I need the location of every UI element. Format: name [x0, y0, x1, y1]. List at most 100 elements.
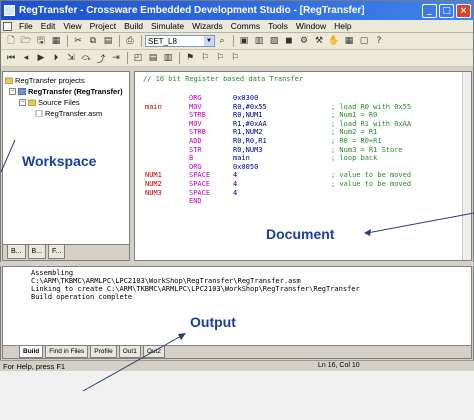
find-icon[interactable]: ⌕ [215, 35, 229, 48]
menu-view[interactable]: View [59, 21, 85, 31]
debug-icon[interactable]: ⚙ [297, 35, 311, 48]
step-over-icon[interactable]: ⤼ [79, 52, 93, 65]
title-bar[interactable]: RegTransfer - Crossware Embedded Develop… [1, 1, 473, 20]
step-into-icon[interactable]: ⇲ [64, 52, 78, 65]
tree-item-source-files[interactable]: − Source Files [5, 97, 127, 108]
workspace-callout: Workspace [22, 153, 97, 169]
toolbar-separator [141, 35, 142, 47]
run-to-cursor-icon[interactable]: ⇥ [109, 52, 123, 65]
menu-window[interactable]: Window [292, 21, 330, 31]
code-args: 0x0050 [233, 162, 259, 171]
document-icon[interactable] [3, 21, 12, 31]
collapse-icon[interactable]: − [9, 88, 16, 95]
menu-project[interactable]: Project [86, 21, 120, 31]
menu-file[interactable]: File [15, 21, 37, 31]
menu-simulate[interactable]: Simulate [147, 21, 188, 31]
open-folder-icon[interactable]: 🗁 [19, 35, 33, 48]
menu-tools[interactable]: Tools [264, 21, 292, 31]
run-icon[interactable]: ⏵ [49, 52, 63, 65]
menu-comms[interactable]: Comms [227, 21, 264, 31]
next-bookmark-icon[interactable]: ⚐ [198, 52, 212, 65]
tab-out2[interactable]: Out2 [142, 346, 165, 358]
stop-build-icon[interactable]: ◼ [282, 35, 296, 48]
vertical-scrollbar[interactable] [462, 72, 471, 260]
code-comment: ; load R0 with 0x55 [331, 102, 412, 111]
watch-icon[interactable]: ◰ [131, 52, 145, 65]
prev-bookmark-icon[interactable]: ⚐ [213, 52, 227, 65]
code-op: ADD [189, 137, 202, 145]
go-icon[interactable]: ▶ [34, 52, 48, 65]
toolbar-separator [67, 35, 68, 47]
save-icon[interactable]: 🖫 [34, 35, 48, 48]
menu-help[interactable]: Help [330, 21, 355, 31]
code-args: R0,#0x55 [233, 102, 267, 111]
rebuild-icon[interactable]: ▧ [267, 35, 281, 48]
code-args: main [233, 154, 250, 163]
tab-browse-view[interactable]: B... [27, 245, 47, 259]
menu-edit[interactable]: Edit [37, 21, 60, 31]
tab-profile[interactable]: Profile [90, 346, 117, 358]
output-tabs: Build Find in Files Profile Out1 Out2 [3, 345, 471, 358]
code-label: NUM1 [145, 171, 162, 180]
step-back-icon[interactable]: ⏮ [4, 52, 18, 65]
menu-wizards[interactable]: Wizards [188, 21, 227, 31]
code-args: 0x0300 [233, 94, 259, 102]
clear-bookmarks-icon[interactable]: ⚐ [228, 52, 242, 65]
paste-icon[interactable]: ▤ [101, 35, 115, 48]
code-args: R0,R0,R1 [233, 137, 267, 145]
settings-icon[interactable]: ⚒ [312, 35, 326, 48]
tree-item-label: RegTransfer.asm [45, 109, 103, 118]
back-icon[interactable]: ◂ [19, 52, 33, 65]
window-icon[interactable]: ▢ [357, 35, 371, 48]
maximize-button[interactable]: □ [439, 3, 454, 18]
code-args: 4 [233, 188, 238, 197]
find-combo[interactable]: SET_L8 ▼ [145, 35, 215, 47]
app-icon [4, 5, 15, 16]
menu-bar: File Edit View Project Build Simulate Wi… [1, 20, 473, 33]
tab-out1[interactable]: Out1 [118, 346, 141, 358]
grid-icon[interactable]: ▦ [342, 35, 356, 48]
cut-icon[interactable]: ✂ [71, 35, 85, 48]
tab-build-view[interactable]: B... [7, 245, 26, 259]
find-combo-value: SET_L8 [148, 36, 177, 46]
output-line: Linking to create C:\ARM\TKBMC\ARMLPC\LP… [31, 285, 360, 293]
tab-files-view[interactable]: F... [48, 245, 66, 259]
project-tree: RegTransfer projects − RegTransfer (RegT… [3, 72, 129, 122]
new-file-icon[interactable]: 🗋 [4, 35, 18, 48]
code-args: 4 [233, 171, 238, 180]
help-icon[interactable]: ? [372, 35, 386, 48]
code-args: R1,NUM2 [233, 128, 263, 137]
file-icon [35, 110, 43, 117]
toolbar-separator [119, 35, 120, 47]
toggle-bookmark-icon[interactable]: ⚑ [183, 52, 197, 65]
save-all-icon[interactable]: ▦ [49, 35, 63, 48]
code-comment: ; loop back [331, 154, 378, 163]
build-icon[interactable]: ▥ [252, 35, 266, 48]
collapse-icon[interactable]: − [19, 99, 26, 106]
tree-item-project[interactable]: − RegTransfer (RegTransfer) [5, 86, 127, 97]
memory-icon[interactable]: ▥ [161, 52, 175, 65]
registers-icon[interactable]: ▤ [146, 52, 160, 65]
output-callout: Output [190, 314, 236, 330]
print-icon[interactable]: ⎙ [123, 35, 137, 48]
menu-build[interactable]: Build [120, 21, 147, 31]
minimize-button[interactable]: _ [422, 3, 437, 18]
chevron-down-icon[interactable]: ▼ [204, 36, 214, 46]
output-line: Assembling [31, 269, 74, 277]
close-button[interactable]: × [456, 3, 471, 18]
breakpoint-icon[interactable]: ✋ [327, 35, 341, 48]
step-out-icon[interactable]: ⤴ [94, 52, 108, 65]
status-text: For Help, press F1 [3, 361, 66, 371]
tab-build[interactable]: Build [19, 346, 44, 358]
tab-find-in-files[interactable]: Find in Files [45, 346, 89, 358]
code-args: R0,NUM3 [233, 145, 263, 154]
tree-item-projects[interactable]: RegTransfer projects [5, 75, 127, 86]
code-op: ORG [189, 162, 202, 171]
output-pane: Assembling C:\ARM\TKBMC\ARMLPC\LPC2103\W… [2, 266, 472, 359]
toolbar-separator [233, 35, 234, 47]
output-line: Build operation complete [31, 293, 133, 301]
code-op: SPACE [189, 171, 211, 180]
tree-item-file[interactable]: RegTransfer.asm [5, 108, 127, 119]
copy-icon[interactable]: ⧉ [86, 35, 100, 48]
compile-icon[interactable]: ▣ [237, 35, 251, 48]
